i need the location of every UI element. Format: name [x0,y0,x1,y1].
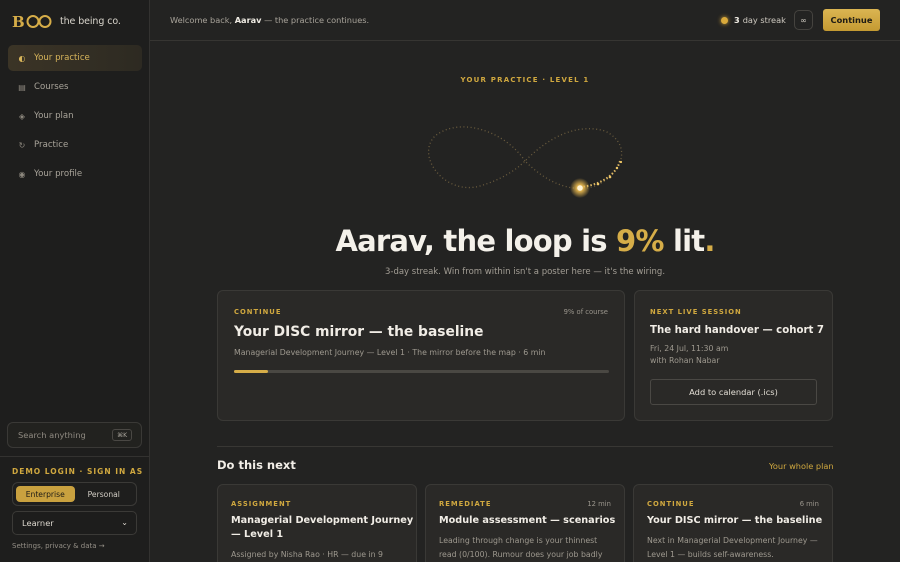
continue-course-card[interactable]: CONTINUE 9% of course Your DISC mirror —… [217,290,625,421]
sidebar-item-label: Practice [34,140,69,150]
streak-indicator: 3 day streak [721,15,786,25]
headline-prefix: Aarav, the loop is [335,224,617,258]
svg-text:B: B [12,13,25,29]
user-name: Aarav [234,15,262,25]
search-input[interactable]: Search anything ⌘K [7,422,142,448]
card-desc-line1: Leading through change is your thinnest [439,536,598,545]
card-title-line2: — Level 1 [231,529,284,540]
streak-dot-icon [721,16,728,24]
main-content: YOUR PRACTICE · LEVEL 1 Aarav, the loop … [150,41,900,562]
enterprise-toggle-button[interactable]: Enterprise [16,486,75,502]
demo-login-label: DEMO LOGIN · SIGN IN AS [12,467,144,476]
card-eyebrow: CONTINUE [234,308,282,316]
half-circle-icon: ◐ [18,53,26,63]
card-subtitle: Managerial Development Journey — Level 1… [234,348,546,357]
streak-count: 3 [734,15,740,25]
lit-percentage: 9% [616,224,664,258]
hero-subtitle: 3-day streak. Win from within isn't a po… [384,267,666,277]
welcome-suffix: — the practice continues. [261,15,370,25]
streak-label: day streak [742,15,786,25]
practice-level-kicker: YOUR PRACTICE · LEVEL 1 [460,76,590,84]
sidebar: B the being co. ◐ Your practice ▤ Course… [0,0,150,562]
duration-label: 6 min [799,500,819,508]
headline-suffix: lit [663,224,705,258]
card-desc-line1: Next in Managerial Development Journey — [647,536,818,545]
task-card[interactable]: ASSIGNMENT Managerial Development Journe… [217,484,417,562]
session-host: with Rohan Nabar [650,356,720,365]
account-type-toggle: Enterprise Personal [12,482,137,506]
sidebar-item-label: Your plan [34,111,74,121]
card-eyebrow: CONTINUE [647,500,695,508]
personal-toggle-button[interactable]: Personal [75,486,134,502]
section-divider [217,446,833,447]
cycle-icon: ↻ [18,140,26,150]
duration-label: 12 min [587,500,611,508]
sidebar-nav: ◐ Your practice ▤ Courses ◈ Your plan ↻ … [8,45,142,190]
sidebar-item-your-practice[interactable]: ◐ Your practice [8,45,142,71]
card-desc-line2: read (0/100). Rumour does your job badly [439,550,603,559]
course-progress-bar [234,370,609,373]
sidebar-divider [0,456,150,457]
sidebar-item-your-plan[interactable]: ◈ Your plan [8,103,142,129]
task-card[interactable]: REMEDIATE 12 min Module assessment — sce… [425,484,625,562]
section-title: Do this next [217,458,296,472]
welcome-message: Welcome back, Aarav — the practice conti… [170,15,369,25]
diamond-icon: ◈ [18,111,26,121]
role-select[interactable]: Learner ⌄ [12,511,137,535]
card-desc-line2: Level 1 — builds self-awareness. [647,550,774,559]
add-to-calendar-button[interactable]: Add to calendar (.ics) [650,379,817,405]
sidebar-item-practice[interactable]: ↻ Practice [8,132,142,158]
hero-headline: Aarav, the loop is 9% lit. [150,224,900,258]
search-placeholder: Search anything [18,430,86,440]
card-title-line1: Your DISC mirror — the baseline [647,515,823,526]
card-title: Your DISC mirror — the baseline [234,324,484,340]
brand-logo-mark: B [12,13,52,29]
search-shortcut: ⌘K [112,429,132,441]
card-eyebrow: REMEDIATE [439,500,492,508]
topbar: Welcome back, Aarav — the practice conti… [150,0,900,41]
profile-circle-icon: ◉ [18,169,26,179]
role-select-value: Learner [22,518,54,528]
card-desc-line1: Assigned by Nisha Rao · HR — due in 9 [231,550,384,559]
live-session-card: NEXT LIVE SESSION The hard handover — co… [634,290,833,421]
headline-dot: . [704,224,715,258]
session-title: The hard handover — cohort 7 [650,325,824,336]
infinity-icon[interactable]: ∞ [794,10,813,30]
welcome-prefix: Welcome back, [170,15,235,25]
session-datetime: Fri, 24 Jul, 11:30 am [650,344,729,353]
course-progress-label: 9% of course [563,308,608,316]
card-title-line1: Module assessment — scenarios [439,515,616,526]
sidebar-item-label: Your practice [34,53,90,63]
book-icon: ▤ [18,82,26,92]
whole-plan-link[interactable]: Your whole plan [769,461,834,471]
sidebar-item-your-profile[interactable]: ◉ Your profile [8,161,142,187]
sidebar-item-courses[interactable]: ▤ Courses [8,74,142,100]
card-eyebrow: ASSIGNMENT [231,500,292,508]
brand-name: the being co. [60,15,121,27]
course-progress-fill [234,370,268,373]
infinity-loop-illustration [428,126,623,198]
sidebar-item-label: Courses [34,82,69,92]
chevron-down-icon: ⌄ [121,518,128,527]
card-eyebrow: NEXT LIVE SESSION [650,308,742,316]
settings-privacy-link[interactable]: Settings, privacy & data → [12,542,105,550]
card-title-line1: Managerial Development Journey [231,515,414,526]
task-card[interactable]: CONTINUE 6 min Your DISC mirror — the ba… [633,484,833,562]
brand-logo[interactable]: B the being co. [12,13,121,29]
continue-button[interactable]: Continue [823,9,880,31]
sidebar-item-label: Your profile [34,169,83,179]
